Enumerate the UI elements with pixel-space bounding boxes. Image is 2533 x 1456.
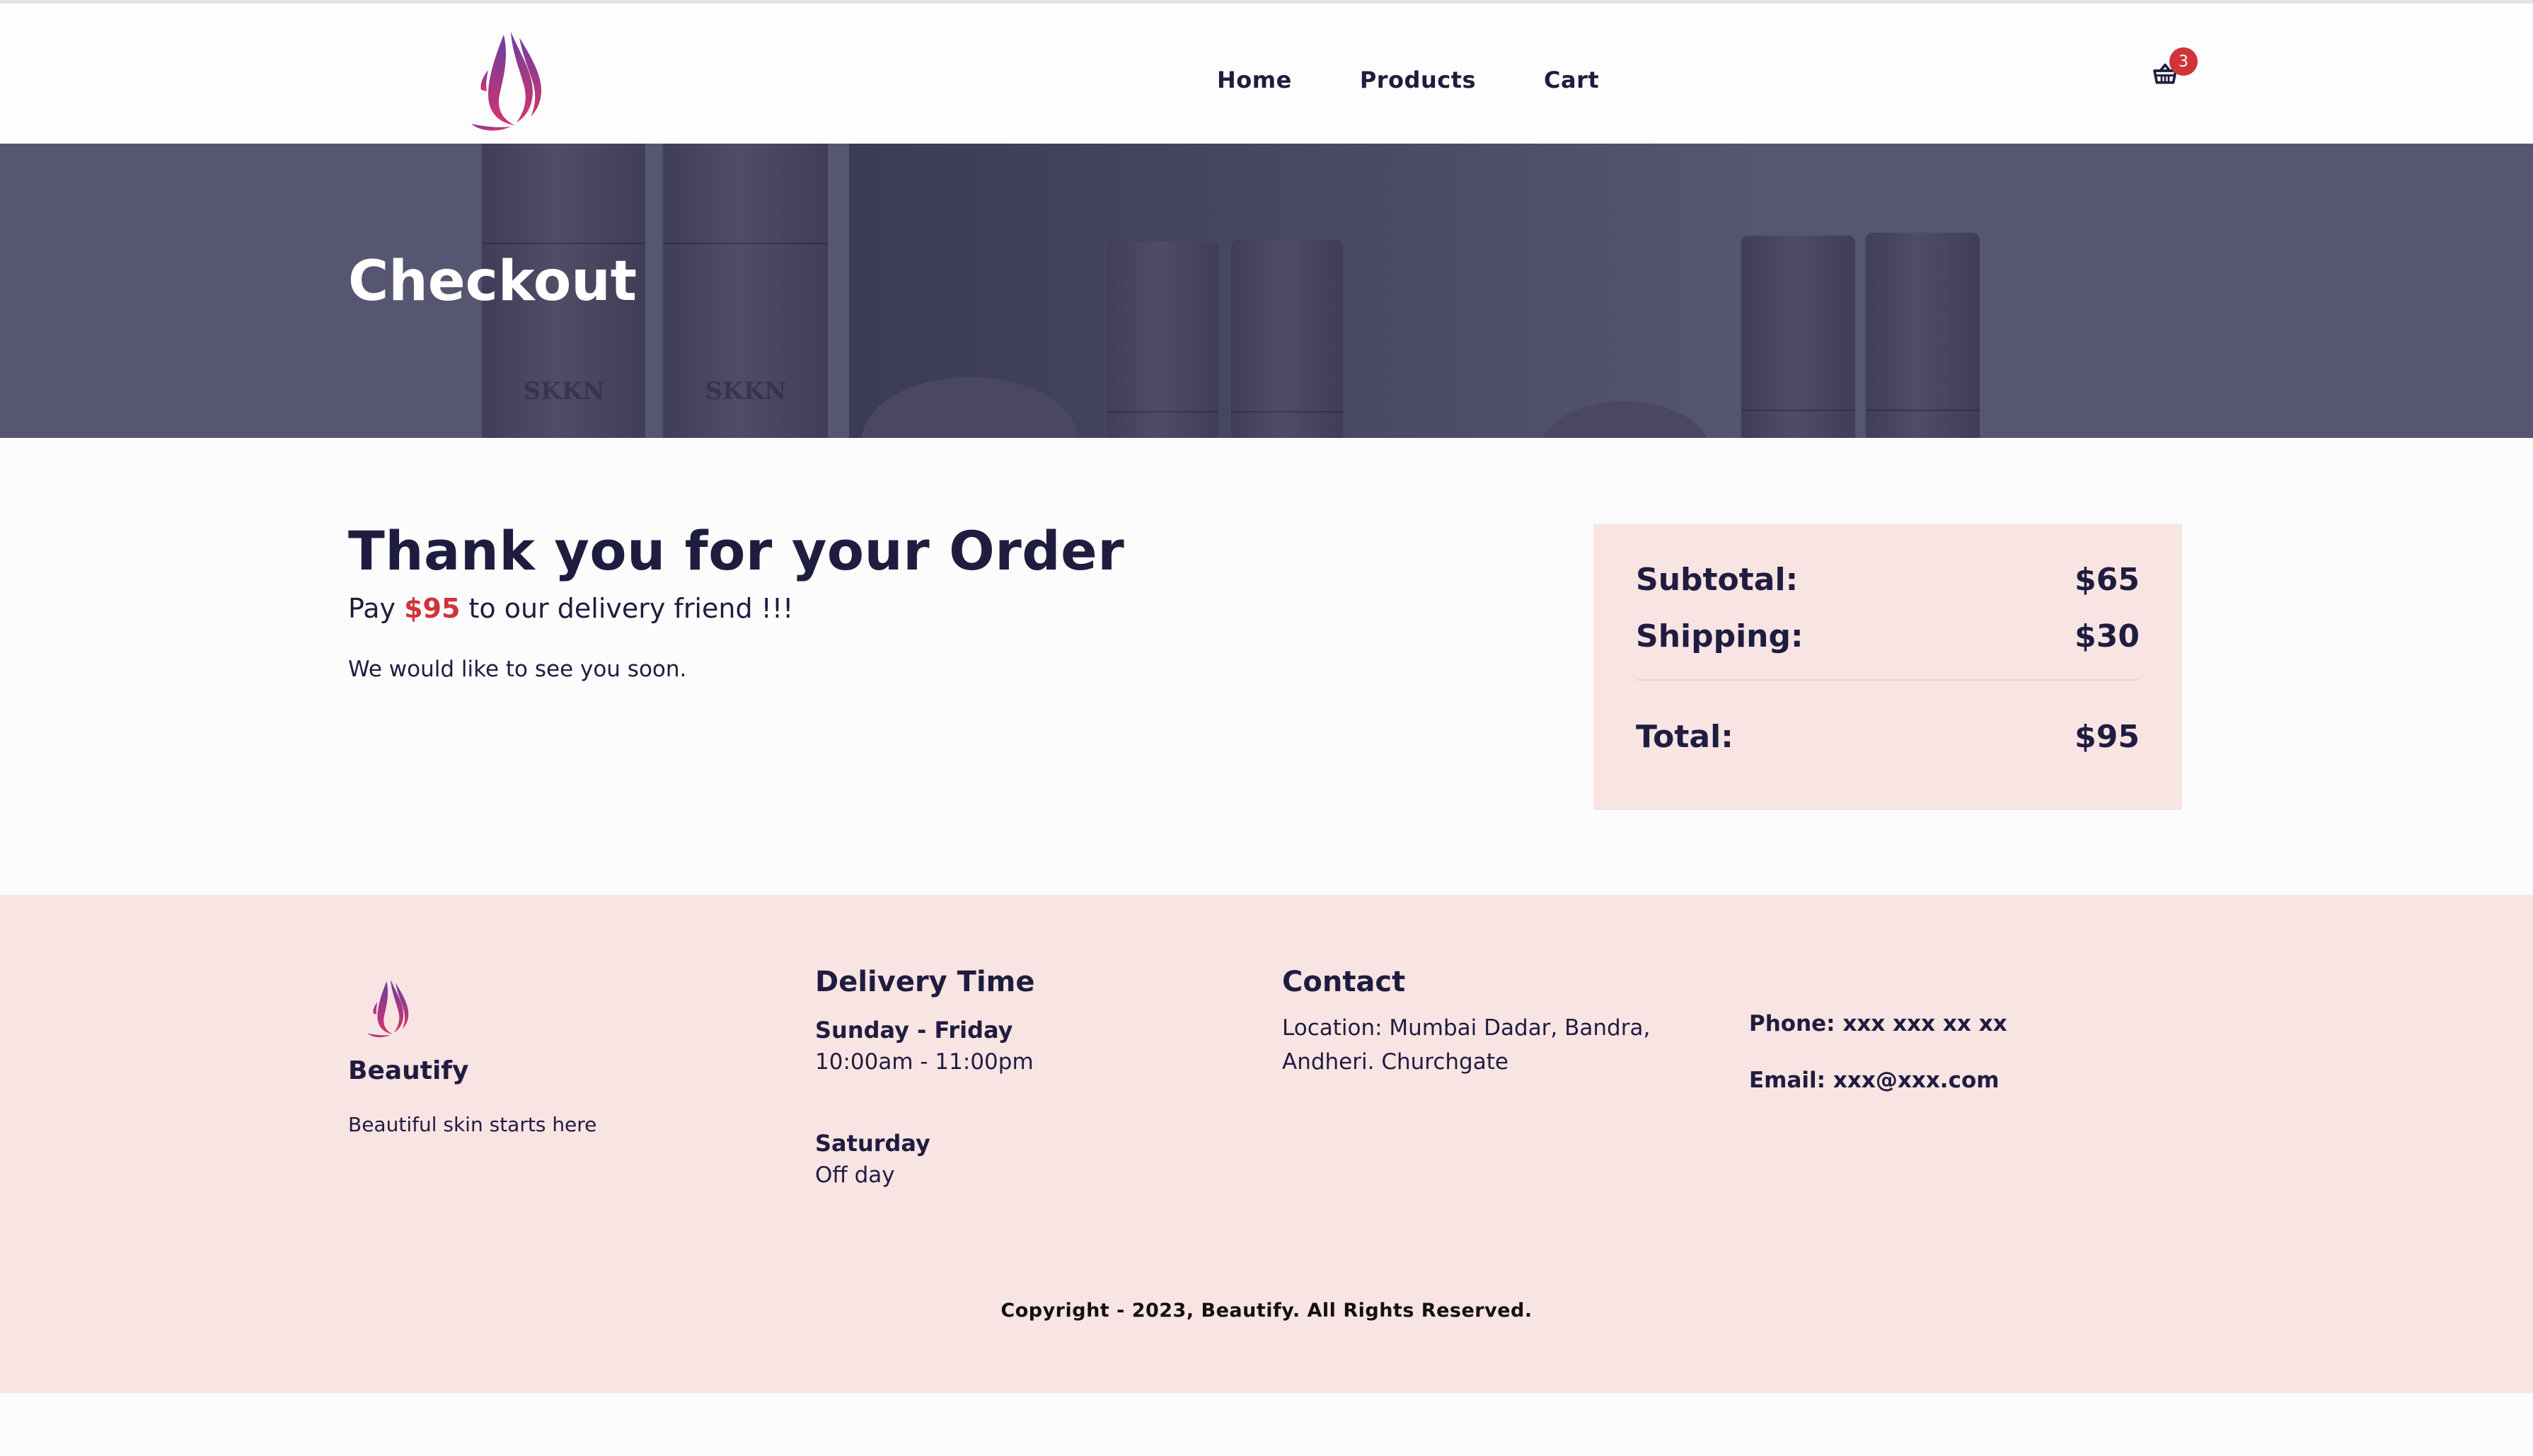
- shipping-label: Shipping:: [1636, 618, 1804, 654]
- hero-bottle-decoration: [1230, 240, 1343, 438]
- total-row: Total: $95: [1636, 719, 2140, 755]
- payment-instruction: Pay $95 to our delivery friend !!!: [348, 593, 793, 624]
- nav-link-cart[interactable]: Cart: [1544, 67, 1599, 93]
- nav-link-home[interactable]: Home: [1217, 67, 1292, 93]
- logo-link[interactable]: [467, 28, 552, 134]
- subtotal-label: Subtotal:: [1636, 562, 1799, 598]
- main-nav: Home Products Cart: [1217, 59, 1599, 101]
- pay-prefix: Pay: [348, 593, 396, 624]
- hero-bottle-decoration: SKKN: [662, 144, 828, 438]
- location-line-2: Andheri. Churchgate: [1282, 1049, 1508, 1075]
- weekdays-label: Sunday - Friday: [815, 1017, 1013, 1044]
- total-value: $95: [2075, 719, 2140, 755]
- shipping-row: Shipping: $30: [1636, 618, 2140, 654]
- site-footer: Beautify Beautiful skin starts here Deli…: [0, 895, 2533, 1393]
- phone-info: Phone: xxx xxx xx xx: [1749, 1011, 2007, 1036]
- bottle-brand-label: SKKN: [523, 377, 605, 405]
- hero-bottle-decoration: [1865, 233, 1980, 438]
- pay-suffix: to our delivery friend !!!: [468, 593, 794, 624]
- subtotal-row: Subtotal: $65: [1636, 562, 2140, 598]
- email-info: Email: xxx@xxx.com: [1749, 1068, 2000, 1093]
- hero-bottle-decoration: [1741, 236, 1855, 438]
- checkout-hero-banner: SKKN SKKN Checkout: [0, 144, 2533, 438]
- saturday-label: Saturday: [815, 1130, 930, 1157]
- nav-link-products[interactable]: Products: [1360, 67, 1476, 93]
- footer-logo: [365, 973, 415, 1044]
- order-summary-panel: Subtotal: $65 Shipping: $30 Total: $95: [1593, 524, 2182, 810]
- shipping-value: $30: [2075, 618, 2140, 654]
- woman-hair-logo-icon: [471, 32, 542, 131]
- page-title: Checkout: [348, 250, 637, 313]
- hero-bottle-decoration: [1105, 241, 1218, 438]
- weekdays-hours: 10:00am - 11:00pm: [815, 1049, 1034, 1075]
- footer-brand-name: Beautify: [348, 1056, 469, 1085]
- navbar: Home Products Cart 3: [0, 4, 2533, 144]
- cart-count-badge: 3: [2169, 47, 2198, 76]
- copyright-text: Copyright - 2023, Beautify. All Rights R…: [1000, 1300, 1533, 1322]
- total-label: Total:: [1636, 719, 1733, 755]
- location-line-1: Location: Mumbai Dadar, Bandra,: [1282, 1015, 1651, 1041]
- footer-tagline: Beautiful skin starts here: [348, 1113, 597, 1136]
- woman-hair-logo-icon: [367, 979, 409, 1038]
- thank-you-heading: Thank you for your Order: [348, 519, 1125, 582]
- bottle-brand-label: SKKN: [705, 377, 787, 405]
- pay-amount: $95: [404, 593, 461, 624]
- closing-note: We would like to see you soon.: [348, 657, 687, 682]
- summary-divider: [1636, 679, 2140, 681]
- saturday-hours: Off day: [815, 1162, 895, 1188]
- delivery-time-heading: Delivery Time: [815, 966, 1035, 998]
- subtotal-value: $65: [2075, 562, 2140, 598]
- contact-heading: Contact: [1282, 966, 1406, 998]
